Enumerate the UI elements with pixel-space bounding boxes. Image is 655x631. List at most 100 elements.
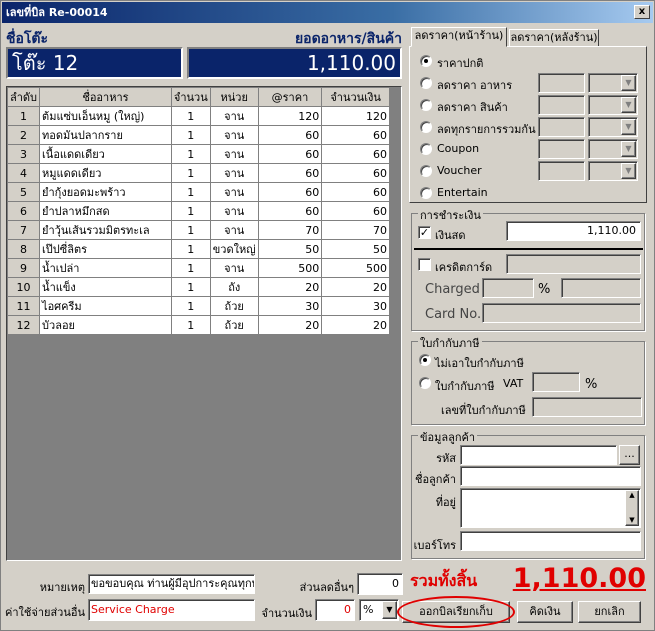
grid-column-header[interactable]: @ราคา [257, 87, 323, 107]
customer-address-input[interactable]: ▲ ▼ [460, 488, 641, 528]
discount-option-radio[interactable] [420, 55, 432, 67]
table-cell: 1 [170, 277, 211, 297]
grid-column-header[interactable]: หน่วย [209, 87, 259, 107]
table-cell: ต้มแซ่บเอ็นหมู (ใหญ่) [39, 106, 172, 126]
table-cell: 1 [170, 201, 211, 221]
close-icon: x [638, 6, 646, 17]
table-row[interactable]: 2 ทอดมันปลากราย 1 จาน 60 60 [6, 125, 390, 145]
tax-invoice-radio[interactable] [419, 377, 431, 389]
table-cell: เป๊ปซี่ลิตร [39, 239, 172, 259]
close-button[interactable]: x [634, 5, 650, 19]
discount-option-label: Coupon [437, 142, 480, 155]
customer-code-input[interactable] [460, 445, 617, 465]
invoice-no-input[interactable] [532, 397, 642, 417]
table-row[interactable]: 7 ยำวุ้นเส้นรวมมิตรทะเล 1 จาน 70 70 [6, 220, 390, 240]
discount-value-input[interactable] [538, 117, 585, 137]
invoice-no-label: เลขที่ใบกำกับภาษี [441, 404, 526, 417]
chevron-down-icon[interactable]: ▼ [621, 163, 636, 179]
tab-discount-back[interactable]: ลดราคา(หลังร้าน) [509, 29, 599, 47]
table-cell: 50 [257, 239, 323, 259]
tab-discount-back-label: ลดราคา(หลังร้าน) [510, 31, 598, 44]
card-no-input[interactable] [482, 303, 641, 323]
table-row[interactable]: 12 บัวลอย 1 ถ้วย 20 20 [6, 315, 390, 335]
table-cell: 11 [6, 296, 41, 316]
address-scrollbar[interactable]: ▲ ▼ [625, 490, 639, 526]
grid-column-header[interactable]: จำนวน [170, 87, 211, 107]
table-cell: 2 [6, 125, 41, 145]
other-cost-input[interactable]: Service Charge [88, 599, 255, 621]
tax-invoice-group-title: ใบกำกับภาษี [418, 334, 482, 352]
table-cell: ทอดมันปลากราย [39, 125, 172, 145]
table-cell: ถ้วย [209, 315, 259, 335]
cash-checkbox[interactable]: ✓ [418, 226, 431, 239]
note-input[interactable]: ขอขอบคุณ ท่านผู้มีอุปการะคุณทุกท่า [88, 574, 255, 594]
discount-type-select[interactable]: ▼ [588, 161, 638, 181]
table-row[interactable]: 6 ยำปลาหมึกสด 1 จาน 60 60 [6, 201, 390, 221]
cancel-button[interactable]: ยกเลิก [578, 601, 641, 623]
table-cell: 1 [170, 182, 211, 202]
discount-option-radio[interactable] [420, 99, 432, 111]
table-row[interactable]: 9 น้ำเปล่า 1 จาน 500 500 [6, 258, 390, 278]
table-row[interactable]: 11 ไอศครีม 1 ถ้วย 30 30 [6, 296, 390, 316]
discount-type-select[interactable]: ▼ [588, 73, 638, 93]
discount-type-select[interactable]: ▼ [588, 117, 638, 137]
chevron-down-icon[interactable]: ▼ [382, 601, 397, 619]
discount-option-radio[interactable] [420, 77, 432, 89]
credit-card-label: เครดิตการ์ด [435, 261, 493, 274]
grid-column-header[interactable]: จำนวนเงิน [321, 87, 390, 107]
table-cell: 5 [6, 182, 41, 202]
discount-value-input[interactable] [538, 95, 585, 115]
unit-select[interactable]: % ▼ [359, 599, 399, 621]
other-cost-label: ค่าใช้จ่ายส่วนอื่น [5, 606, 85, 619]
discount-value-input[interactable] [538, 73, 585, 93]
grand-total-label: รวมทั้งสิ้น [410, 571, 478, 590]
tab-discount-front[interactable]: ลดราคา(หน้าร้าน) [411, 27, 507, 47]
no-tax-invoice-radio[interactable] [419, 354, 431, 366]
customer-name-input[interactable] [460, 466, 641, 486]
discount-option-radio[interactable] [420, 165, 432, 177]
customer-address-label: ที่อยู่ [435, 496, 456, 509]
vat-input[interactable] [532, 372, 580, 392]
food-total-display: 1,110.00 [187, 47, 402, 79]
order-items-grid[interactable]: ลำดับ ชื่ออาหาร จำนวน หน่วย @ราคา จำนวนเงิน 1… [6, 86, 402, 561]
customer-browse-button[interactable]: ... [619, 445, 640, 465]
table-cell: 70 [257, 220, 323, 240]
discount-value-input[interactable] [538, 161, 585, 181]
table-cell: 60 [257, 201, 323, 221]
discount-type-select[interactable]: ▼ [588, 139, 638, 159]
grid-column-header[interactable]: ชื่ออาหาร [39, 87, 172, 107]
other-discount-label: ส่วนลดอื่นๆ [299, 581, 354, 594]
discount-option-radio[interactable] [420, 121, 432, 133]
other-discount-input[interactable]: 0 [357, 573, 403, 595]
table-row[interactable]: 8 เป๊ปซี่ลิตร 1 ขวดใหญ่ 50 50 [6, 239, 390, 259]
discount-option-radio[interactable] [420, 187, 432, 199]
discount-type-select[interactable]: ▼ [588, 95, 638, 115]
amount-input[interactable]: 0 [315, 599, 355, 621]
order-items-table: ลำดับ ชื่ออาหาร จำนวน หน่วย @ราคา จำนวนเงิน 1… [6, 87, 390, 335]
scroll-up-icon: ▲ [629, 491, 635, 499]
table-row[interactable]: 3 เนื้อแดดเดียว 1 จาน 60 60 [6, 144, 390, 164]
table-row[interactable]: 4 หมูแดดเดียว 1 จาน 60 60 [6, 163, 390, 183]
chevron-down-icon[interactable]: ▼ [621, 141, 636, 157]
customer-phone-input[interactable] [460, 531, 641, 551]
cash-amount-input[interactable]: 1,110.00 [506, 221, 641, 241]
credit-card-select[interactable] [506, 254, 641, 274]
charged-percent-input[interactable] [482, 278, 534, 298]
discount-option-radio[interactable] [420, 143, 432, 155]
table-cell: 1 [170, 296, 211, 316]
chevron-down-icon[interactable]: ▼ [621, 75, 636, 91]
ellipsis-icon: ... [624, 447, 635, 460]
pay-button[interactable]: คิดเงิน [517, 601, 573, 623]
chevron-down-icon[interactable]: ▼ [621, 97, 636, 113]
chevron-down-icon[interactable]: ▼ [621, 119, 636, 135]
table-row[interactable]: 5 ยำกุ้งยอดมะพร้าว 1 จาน 60 60 [6, 182, 390, 202]
table-row[interactable]: 10 น้ำแข็ง 1 ถัง 20 20 [6, 277, 390, 297]
discount-value-input[interactable] [538, 139, 585, 159]
title-bar[interactable]: เลขที่บิล Re-00014 x [2, 2, 653, 23]
credit-card-checkbox[interactable] [418, 258, 431, 271]
check-icon: ✓ [419, 226, 430, 239]
charged-amount-input[interactable] [561, 278, 641, 298]
grid-column-header[interactable]: ลำดับ [6, 87, 41, 107]
table-row[interactable]: 1 ต้มแซ่บเอ็นหมู (ใหญ่) 1 จาน 120 120 [6, 106, 390, 126]
discount-option-label: ราคาปกติ [437, 57, 484, 70]
